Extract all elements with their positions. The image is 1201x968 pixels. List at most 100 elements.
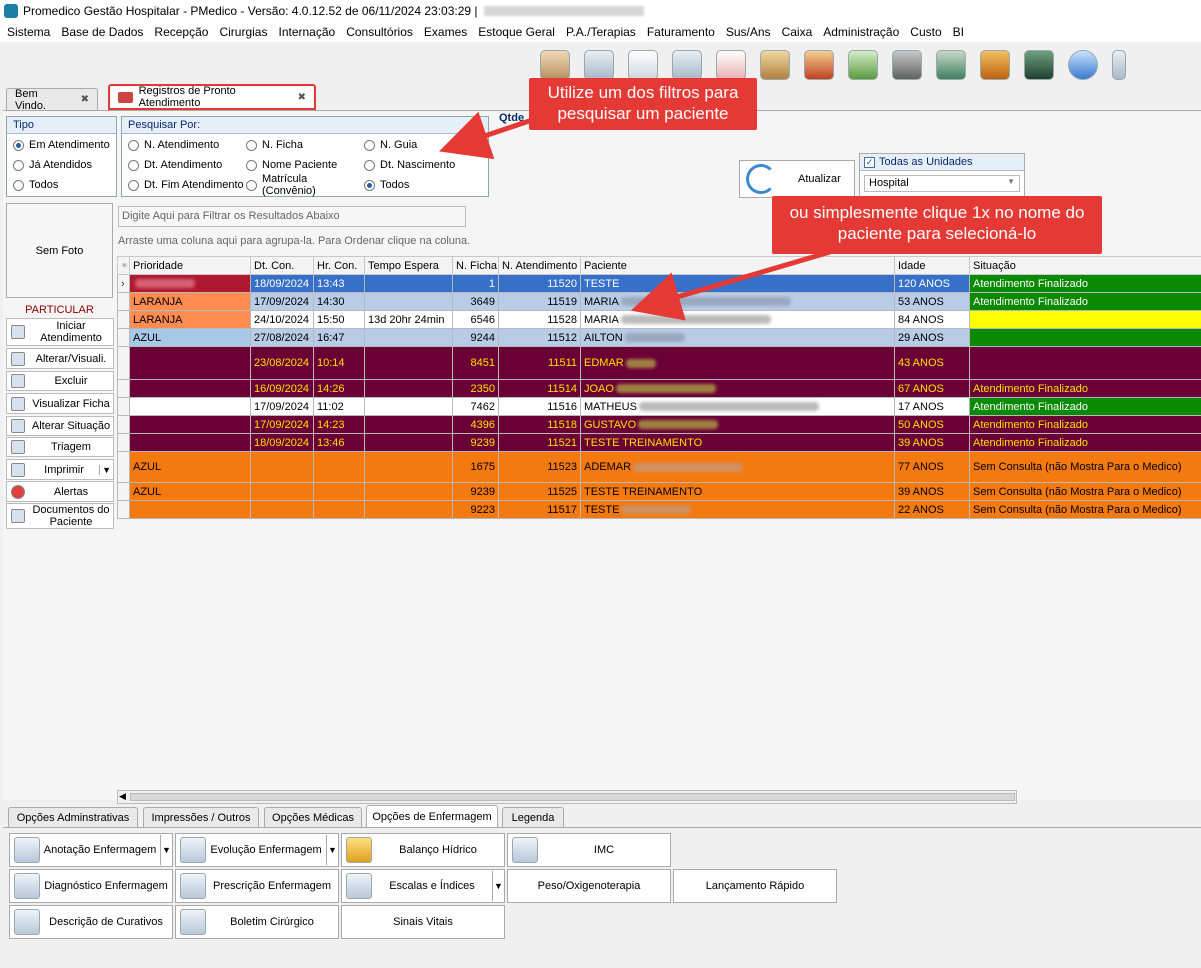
triagem-button[interactable]: Triagem [6, 437, 114, 457]
chevron-down-icon[interactable]: ▼ [160, 835, 172, 865]
book-icon[interactable] [1024, 50, 1054, 80]
col-situacao[interactable]: Situação [969, 256, 1201, 275]
money-down-icon[interactable] [848, 50, 878, 80]
atualizar-button[interactable]: Atualizar [739, 160, 855, 198]
documentos-paciente-button[interactable]: Documentos do Paciente [6, 503, 114, 529]
filter-input[interactable]: Digite Aqui para Filtrar os Resultados A… [118, 206, 466, 227]
ambulance-car-icon[interactable] [672, 50, 702, 80]
unidade-select[interactable]: Hospital ▼ [864, 175, 1020, 192]
visualizar-ficha-button[interactable]: Visualizar Ficha [6, 393, 114, 414]
cashier-icon[interactable] [936, 50, 966, 80]
tab-opcoes-administrativas[interactable]: Opções Adminstrativas [8, 807, 138, 828]
radio-dot[interactable] [246, 179, 257, 191]
cell-paciente[interactable]: ADEMAR [580, 451, 895, 483]
patients-icon[interactable] [540, 50, 570, 80]
cell-paciente[interactable]: MARIA [580, 310, 895, 329]
radio-n-atendimento[interactable]: N. Atendimento [128, 135, 246, 155]
tab-legenda[interactable]: Legenda [502, 807, 564, 828]
safe-icon[interactable] [892, 50, 922, 80]
radio-todos-pesquisa[interactable]: Todos [364, 175, 484, 195]
col-hr-con[interactable]: Hr. Con. [313, 256, 365, 275]
peso-oxigenoterapia-button[interactable]: Peso/Oxigenoterapia [507, 869, 671, 903]
radio-ja-atendidos[interactable]: Já Atendidos [13, 155, 110, 175]
descricao-curativos-button[interactable]: Descrição de Curativos [9, 905, 173, 939]
chevron-down-icon[interactable]: ▼ [99, 464, 113, 475]
alterar-visualizar-button[interactable]: Alterar/Visuali. [6, 348, 114, 369]
menu-sistema[interactable]: Sistema [7, 25, 50, 39]
radio-dot[interactable] [364, 139, 375, 151]
anotacao-enfermagem-button[interactable]: Anotação Enfermagem ▼ [9, 833, 173, 867]
cell-paciente[interactable]: EDMAR [580, 346, 895, 380]
unidades-header[interactable]: ✓ Todas as Unidades [860, 154, 1024, 171]
tab-impressoes-outros[interactable]: Impressões / Outros [143, 807, 259, 828]
radio-dt-fim-atendimento[interactable]: Dt. Fim Atendimento [128, 175, 246, 195]
table-row[interactable]: AZUL 1675 11523 ADEMAR 77 ANOS Sem Consu… [117, 451, 1201, 483]
col-tempo-espera[interactable]: Tempo Espera [364, 256, 453, 275]
chevron-down-icon[interactable]: ▼ [492, 871, 504, 901]
close-icon[interactable]: ✖ [81, 94, 89, 105]
radio-dot[interactable] [13, 159, 24, 171]
col-prioridade[interactable]: Prioridade [129, 256, 251, 275]
doctor-icon[interactable] [584, 50, 614, 80]
radio-dot[interactable] [13, 179, 24, 191]
radio-dt-nascimento[interactable]: Dt. Nascimento [364, 155, 484, 175]
radio-dot[interactable] [128, 159, 139, 171]
radio-dot[interactable] [128, 179, 139, 191]
radio-em-atendimento[interactable]: Em Atendimento [13, 135, 110, 155]
sinais-vitais-button[interactable]: Sinais Vitais [341, 905, 505, 939]
checkbox-icon[interactable]: ✓ [864, 156, 875, 168]
menu-estoque-geral[interactable]: Estoque Geral [478, 25, 555, 39]
scroll-left-icon[interactable]: ◀ [119, 791, 126, 802]
table-row[interactable]: AZUL 27/08/2024 16:47 9244 11512 AILTON … [117, 328, 1201, 347]
alertas-button[interactable]: Alertas [6, 481, 114, 502]
close-icon[interactable]: ✖ [298, 92, 306, 103]
cell-paciente[interactable]: TESTE [580, 500, 895, 519]
col-n-ficha[interactable]: N. Ficha [452, 256, 499, 275]
radio-nome-paciente[interactable]: Nome Paciente [246, 155, 364, 175]
radio-todos-tipo[interactable]: Todos [13, 175, 110, 195]
cell-paciente[interactable]: MATHEUS [580, 397, 895, 416]
col-paciente[interactable]: Paciente [580, 256, 895, 275]
balanco-hidrico-button[interactable]: Balanço Hídrico [341, 833, 505, 867]
radio-n-ficha[interactable]: N. Ficha [246, 135, 364, 155]
excluir-button[interactable]: Excluir [6, 371, 114, 391]
chevron-down-icon[interactable]: ▼ [326, 835, 338, 865]
col-idade[interactable]: Idade [894, 256, 970, 275]
scroll-thumb[interactable] [130, 793, 1015, 801]
radio-matricula-convenio[interactable]: Matrícula (Convênio) [246, 173, 364, 197]
box-icon[interactable] [760, 50, 790, 80]
radio-dot[interactable] [246, 159, 257, 171]
radio-dot[interactable] [364, 159, 375, 171]
dollar-up-icon[interactable] [804, 50, 834, 80]
radio-dot[interactable] [364, 179, 375, 191]
menu-sus-ans[interactable]: Sus/Ans [726, 25, 771, 39]
horizontal-scrollbar[interactable]: ◀ [117, 790, 1017, 804]
table-row[interactable]: 16/09/2024 14:26 2350 11514 JOAO 67 ANOS… [117, 379, 1201, 398]
cell-paciente[interactable]: TESTE [580, 274, 895, 293]
menu-pa-terapias[interactable]: P.A./Terapias [566, 25, 636, 39]
evolucao-enfermagem-button[interactable]: Evolução Enfermagem ▼ [175, 833, 339, 867]
radio-dot[interactable] [13, 139, 24, 151]
menu-cirurgias[interactable]: Cirurgias [219, 25, 267, 39]
menu-consultorios[interactable]: Consultórios [346, 25, 413, 39]
ambulance-icon[interactable] [716, 50, 746, 80]
table-row[interactable]: LARANJA 24/10/2024 15:50 13d 20hr 24min … [117, 310, 1201, 329]
cell-paciente[interactable]: MARIA [580, 292, 895, 311]
tab-opcoes-enfermagem[interactable]: Opções de Enfermagem [366, 805, 498, 828]
diagnostico-enfermagem-button[interactable]: Diagnóstico Enfermagem [9, 869, 173, 903]
cell-paciente[interactable]: TESTE TREINAMENTO [580, 482, 895, 501]
table-row[interactable]: 23/08/2024 10:14 8451 11511 EDMAR 43 ANO… [117, 346, 1201, 380]
menu-custo[interactable]: Custo [910, 25, 941, 39]
escalas-indices-button[interactable]: Escalas e Índices ▼ [341, 869, 505, 903]
col-n-atendimento[interactable]: N. Atendimento [498, 256, 581, 275]
table-row[interactable]: › 18/09/2024 13:43 1 11520 TESTE 120 ANO… [117, 274, 1201, 293]
table-row[interactable]: AZUL 9239 11525 TESTE TREINAMENTO 39 ANO… [117, 482, 1201, 501]
cell-paciente[interactable]: TESTE TREINAMENTO [580, 433, 895, 452]
tab-bem-vindo[interactable]: Bem Vindo. ✖ [6, 88, 98, 112]
iniciar-atendimento-button[interactable]: Iniciar Atendimento [6, 318, 114, 346]
table-row[interactable]: 17/09/2024 11:02 7462 11516 MATHEUS 17 A… [117, 397, 1201, 416]
alterar-situacao-button[interactable]: Alterar Situação [6, 416, 114, 436]
phone-book-icon[interactable] [980, 50, 1010, 80]
menu-recepcao[interactable]: Recepção [154, 25, 208, 39]
window-icon[interactable] [1112, 50, 1126, 80]
